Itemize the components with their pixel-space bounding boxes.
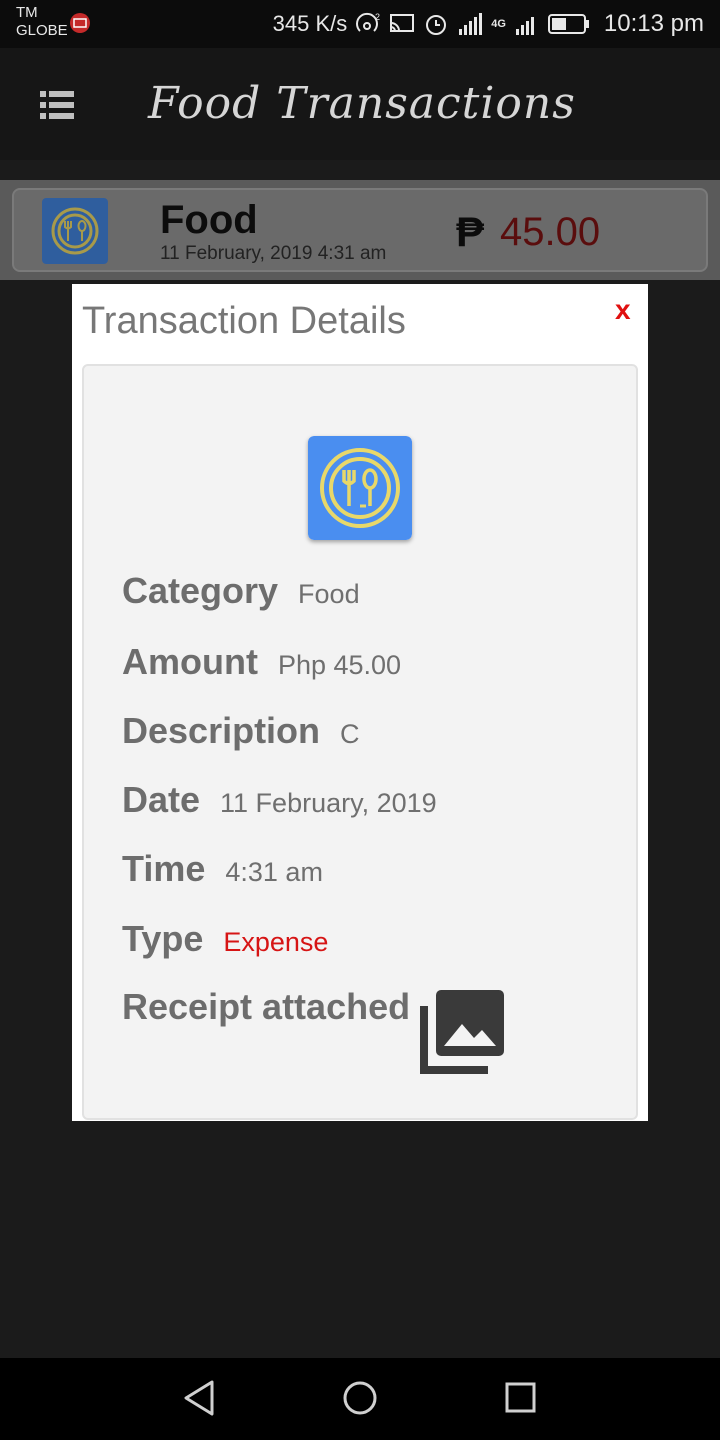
date-value: 11 February, 2019 [220, 788, 437, 818]
photo-library-icon[interactable] [420, 988, 506, 1074]
carrier-line1: TM [16, 4, 38, 21]
type-value: Expense [223, 927, 329, 957]
net-speed: 345 K/s [272, 11, 348, 36]
clock: 10:13 pm [603, 10, 704, 37]
carrier-line2: GLOBE [16, 22, 68, 39]
time-label: Time [122, 848, 206, 889]
category-value: Food [298, 579, 360, 609]
home-icon[interactable] [338, 1376, 382, 1420]
close-button[interactable]: x [615, 294, 631, 326]
list-icon[interactable] [40, 90, 74, 120]
date-row: Date 11 February, 2019 [122, 779, 437, 821]
battery-icon [547, 14, 589, 34]
svg-text:2: 2 [375, 12, 380, 22]
food-plate-icon [42, 198, 108, 264]
page-title: Food Transactions [148, 78, 576, 129]
category-row: Category Food [122, 570, 360, 612]
dialog-title: Transaction Details [82, 300, 406, 342]
network-badge: 4G [491, 18, 506, 30]
amount-label: Amount [122, 641, 258, 682]
date-label: Date [122, 779, 201, 820]
recents-icon[interactable] [498, 1376, 542, 1420]
time-value: 4:31 am [225, 857, 323, 887]
receipt-row: Receipt attached [122, 986, 410, 1028]
back-icon[interactable] [178, 1376, 222, 1420]
row-amount: 45.00 [500, 210, 601, 254]
amount-row: Amount Php 45.00 [122, 641, 401, 683]
hotspot-icon: 2 [356, 12, 380, 32]
description-label: Description [122, 710, 321, 751]
status-bar: TM GLOBE 345 K/s 2 4G 10:13 pm [0, 0, 720, 48]
description-value: C [340, 719, 360, 749]
cast-icon [390, 14, 415, 32]
description-row: Description C [122, 710, 360, 752]
notification-icon [70, 13, 90, 33]
type-label: Type [122, 918, 204, 959]
category-label: Category [122, 570, 279, 611]
amount-value: Php 45.00 [277, 650, 402, 680]
signal-icon-2 [515, 17, 534, 35]
row-category: Food [160, 198, 258, 242]
carrier-label: TM GLOBE [16, 4, 68, 40]
alarm-icon [426, 15, 447, 35]
type-row: Type Expense [122, 918, 328, 960]
food-plate-icon-large [308, 436, 412, 540]
row-datetime: 11 February, 2019 4:31 am [160, 243, 387, 264]
receipt-label: Receipt attached [122, 986, 411, 1027]
time-row: Time 4:31 am [122, 848, 323, 890]
signal-icon [459, 13, 483, 35]
peso-icon: ₱ [456, 208, 485, 255]
